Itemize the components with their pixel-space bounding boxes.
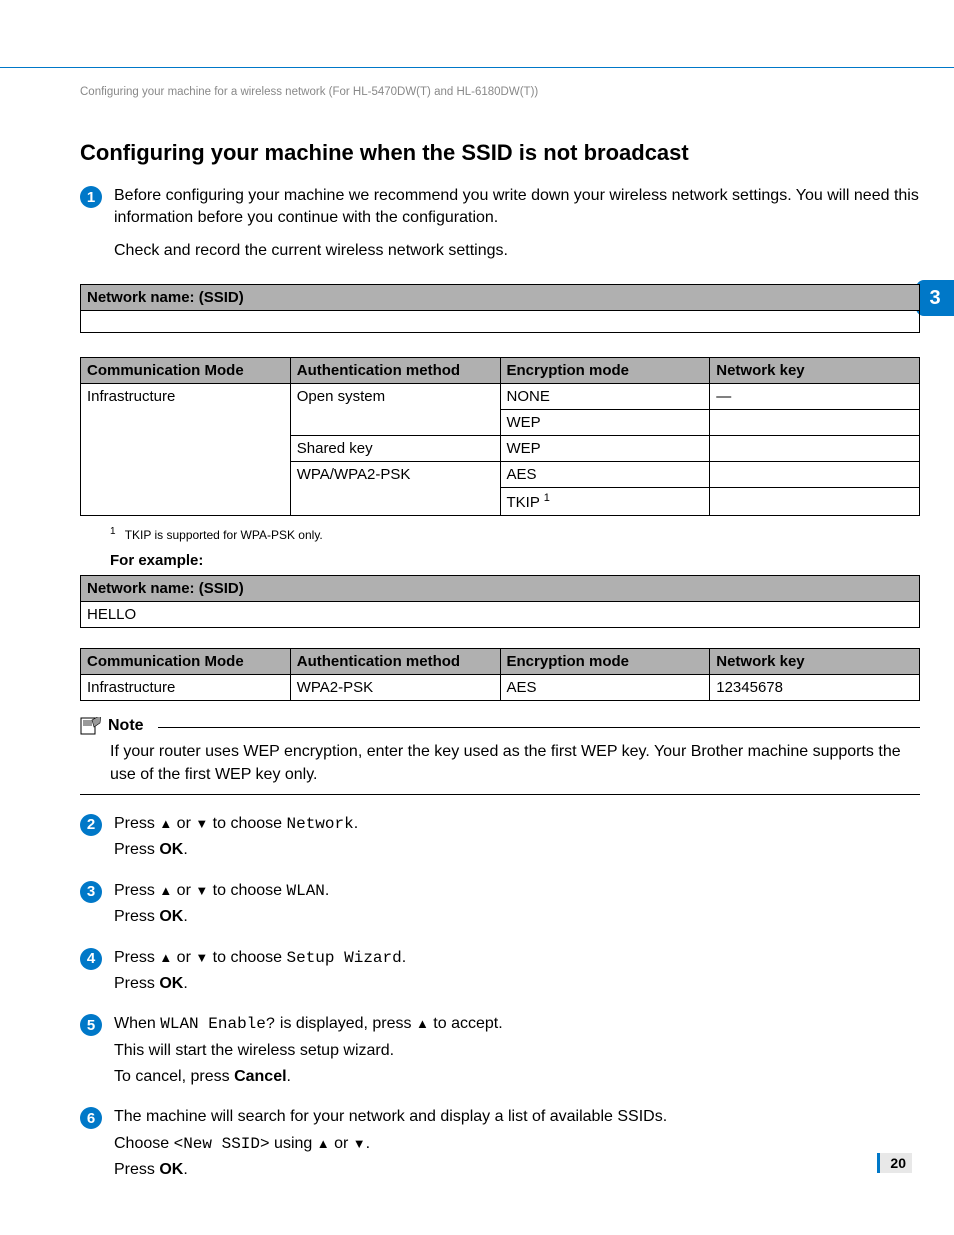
step-6: 6 The machine will search for your netwo… [80,1106,920,1185]
note-body: If your router uses WEP encryption, ente… [110,741,920,786]
step-6-body: The machine will search for your network… [114,1106,920,1185]
note-rule-top [158,727,920,728]
modes-table: Communication Mode Authentication method… [80,357,920,516]
step-2-line-1: Press ▲ or ▼ to choose Network. [114,813,920,835]
modes-r3-key [710,462,920,488]
modes-r1-key [710,410,920,436]
note-icon [80,717,102,735]
step-5-body: When WLAN Enable? is displayed, press ▲ … [114,1013,920,1092]
breadcrumb: Configuring your machine for a wireless … [80,86,538,98]
modes-r0-enc: NONE [500,384,710,410]
step-3-body: Press ▲ or ▼ to choose WLAN. Press OK. [114,880,920,933]
step-1-text-1: Before configuring your machine we recom… [114,185,920,230]
section-title: Configuring your machine when the SSID i… [80,140,689,166]
step-bullet-6: 6 [80,1107,102,1129]
ssid-example-value: HELLO [81,602,920,628]
modes-h2: Authentication method [290,358,500,384]
ex-h3: Encryption mode [500,649,710,675]
content-area: 1 Before configuring your machine we rec… [80,185,920,1200]
modes-r4-enc: TKIP 1 [500,488,710,516]
ex-h2: Authentication method [290,649,500,675]
step-5: 5 When WLAN Enable? is displayed, press … [80,1013,920,1092]
step-2: 2 Press ▲ or ▼ to choose Network. Press OK… [80,813,920,866]
ex-r-key: 12345678 [710,675,920,701]
step-5-line-2: This will start the wireless setup wizar… [114,1040,920,1062]
modes-r2-auth: Shared key [290,436,500,462]
step-bullet-1: 1 [80,186,102,208]
top-rule [0,67,954,68]
modes-r1-enc: WEP [500,410,710,436]
ex-r-enc: AES [500,675,710,701]
step-bullet-3: 3 [80,881,102,903]
step-2-line-2: Press OK. [114,839,920,861]
modes-r0-auth: Open system [290,384,500,436]
step-2-body: Press ▲ or ▼ to choose Network. Press OK. [114,813,920,866]
modes-h4: Network key [710,358,920,384]
ssid-blank-table: Network name: (SSID) [80,284,920,333]
step-4-line-1: Press ▲ or ▼ to choose Setup Wizard. [114,947,920,969]
example-table: Communication Mode Authentication method… [80,648,920,701]
step-bullet-4: 4 [80,948,102,970]
note-label: Note [108,717,144,735]
modes-r0-key: — [710,384,920,410]
modes-r2-enc: WEP [500,436,710,462]
page-number: 20 [877,1153,912,1173]
modes-r3-enc: AES [500,462,710,488]
modes-r4-enc-sup: 1 [544,492,550,504]
step-3: 3 Press ▲ or ▼ to choose WLAN. Press OK. [80,880,920,933]
modes-r2-key [710,436,920,462]
step-4-line-2: Press OK. [114,973,920,995]
ssid-blank-header: Network name: (SSID) [81,285,920,311]
note-rule-bottom [80,794,920,795]
step-5-line-3: To cancel, press Cancel. [114,1066,920,1088]
ex-r-auth: WPA2-PSK [290,675,500,701]
for-example-label: For example: [110,552,920,569]
chapter-tab: 3 [916,280,954,316]
modes-r3-auth: WPA/WPA2-PSK [290,462,500,516]
step-bullet-2: 2 [80,814,102,836]
modes-h1: Communication Mode [81,358,291,384]
ssid-example-header: Network name: (SSID) [81,576,920,602]
note-block: Note If your router uses WEP encryption,… [80,717,920,795]
step-6-line-3: Press OK. [114,1159,920,1181]
step-6-line-2: Choose <New SSID> using ▲ or ▼. [114,1133,920,1155]
ex-h1: Communication Mode [81,649,291,675]
step-1: 1 Before configuring your machine we rec… [80,185,920,266]
modes-r0-comm: Infrastructure [81,384,291,516]
step-1-body: Before configuring your machine we recom… [114,185,920,266]
footnote-text: TKIP is supported for WPA-PSK only. [125,528,323,542]
step-bullet-5: 5 [80,1014,102,1036]
note-head: Note [80,717,920,735]
step-3-line-1: Press ▲ or ▼ to choose WLAN. [114,880,920,902]
modes-r4-key [710,488,920,516]
step-5-line-1: When WLAN Enable? is displayed, press ▲ … [114,1013,920,1035]
step-4: 4Press ▲ or ▼ to choose Setup Wizard.Pre… [80,947,920,1000]
step-1-text-2: Check and record the current wireless ne… [114,240,920,262]
step-6-line-1: The machine will search for your network… [114,1106,920,1128]
step-3-line-2: Press OK. [114,906,920,928]
step-4-body: Press ▲ or ▼ to choose Setup Wizard. Pres… [114,947,920,1000]
footnote-num: 1 [110,526,116,537]
ex-r-comm: Infrastructure [81,675,291,701]
footnote: 1 TKIP is supported for WPA-PSK only. [110,526,920,542]
modes-h3: Encryption mode [500,358,710,384]
ssid-blank-value [81,311,920,333]
ex-h4: Network key [710,649,920,675]
ssid-example-table: Network name: (SSID) HELLO [80,575,920,628]
